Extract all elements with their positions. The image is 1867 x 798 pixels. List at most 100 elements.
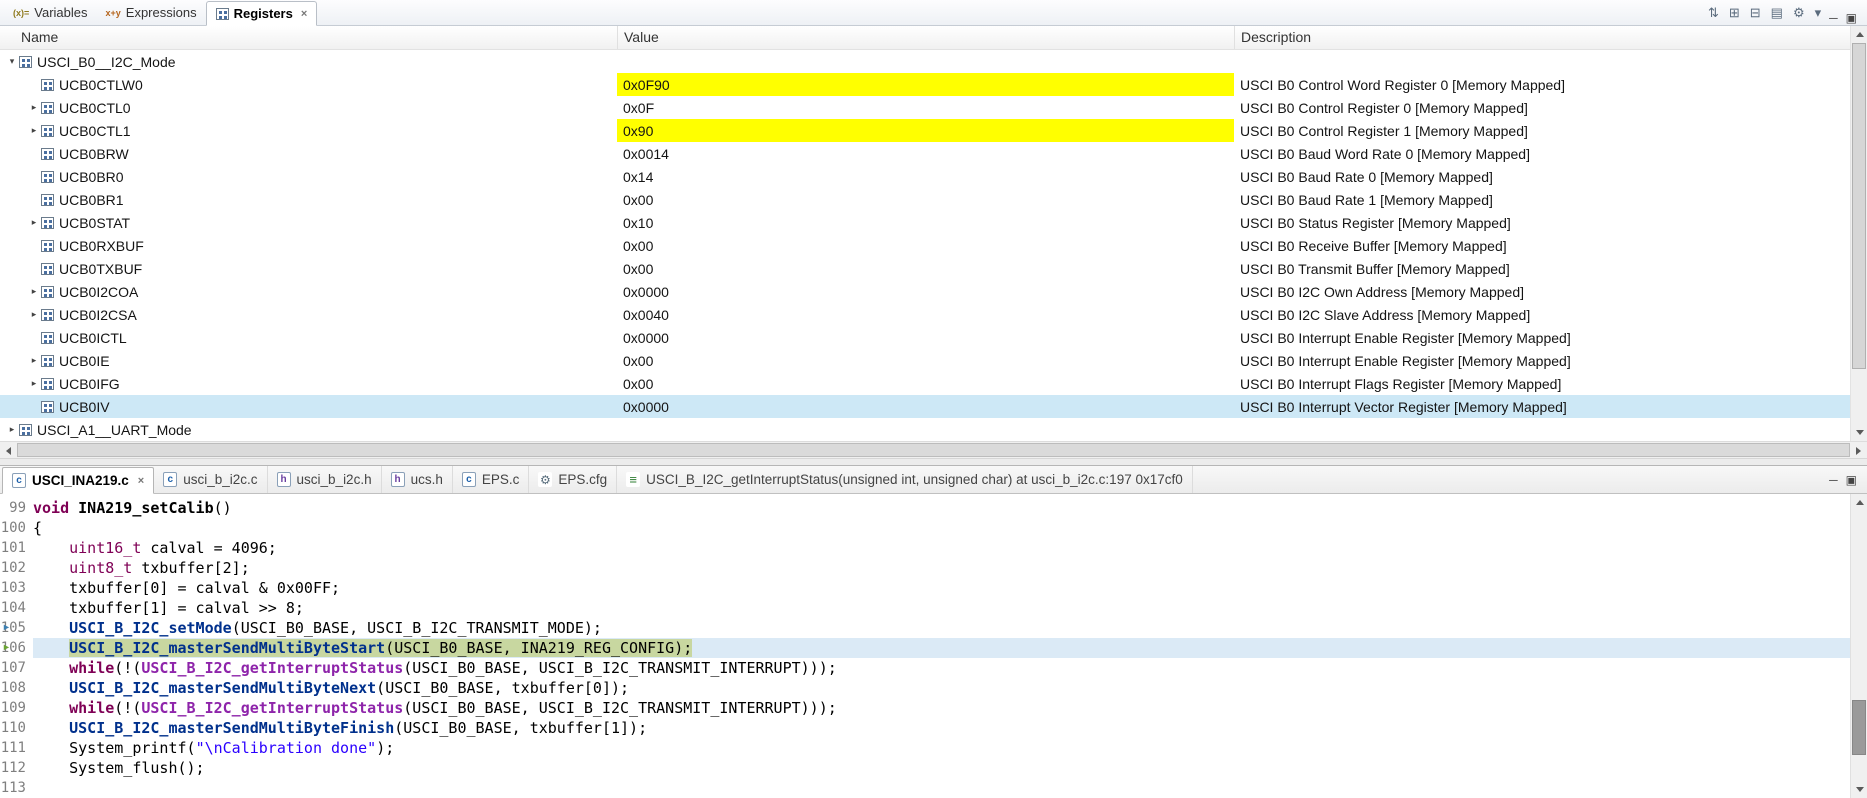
register-name-cell: UCB0ICTL — [0, 326, 617, 349]
register-row-UCB0CTL1[interactable]: ▸ UCB0CTL1 0x90 USCI B0 Control Register 1 … — [0, 119, 1850, 142]
register-row-UCB0IV[interactable]: UCB0IV 0x0000 USCI B0 Interrupt Vector Reg… — [0, 395, 1850, 418]
register-icon — [41, 170, 54, 183]
code-line-99[interactable]: 99 void INA219_setCalib() — [0, 498, 1850, 518]
chevron-collapsed-icon[interactable]: ▸ — [27, 309, 41, 320]
code-line-105[interactable]: 105 USCI_B_I2C_setMode(USCI_B0_BASE, USC… — [0, 618, 1850, 638]
column-header-description[interactable]: Description — [1234, 26, 1850, 49]
code-line-111[interactable]: 111 System_printf("\nCalibration done"); — [0, 738, 1850, 758]
register-row-UCB0BR1[interactable]: UCB0BR1 0x00 USCI B0 Baud Rate 1 [Memory M… — [0, 188, 1850, 211]
chevron-collapsed-icon[interactable]: ▸ — [27, 286, 41, 297]
editor-tab[interactable]: ≡ USCI_B_I2C_getInterruptStatus(unsigned … — [617, 466, 1193, 493]
view-tab-variables[interactable]: (x)= Variables — [4, 0, 97, 25]
horizontal-scroll-thumb[interactable] — [17, 443, 1850, 457]
view-menu-icon[interactable]: ▾ — [1815, 5, 1822, 21]
expand-all-icon[interactable]: ⊞ — [1729, 5, 1740, 21]
code-line-100[interactable]: 100{ — [0, 518, 1850, 538]
register-name: UCB0IFG — [59, 375, 120, 392]
maximize-icon[interactable]: ▣ — [1846, 11, 1857, 25]
stack-frame-pointer-icon[interactable]: ► — [2, 621, 11, 633]
register-row-UCB0BRW[interactable]: UCB0BRW 0x0014 USCI B0 Baud Word Rate 0 [M… — [0, 142, 1850, 165]
view-tab-expressions[interactable]: x+y Expressions — [97, 0, 206, 25]
code-line-108[interactable]: 108 USCI_B_I2C_masterSendMultiByteNext(U… — [0, 678, 1850, 698]
code-line-106[interactable]: 106 USCI_B_I2C_masterSendMultiByteStart(… — [0, 638, 1850, 658]
register-name-cell: ▸ UCB0IE — [0, 349, 617, 372]
register-value: 0x0014 — [623, 145, 669, 162]
chevron-expanded-icon[interactable]: ▾ — [5, 56, 19, 67]
chevron-collapsed-icon[interactable]: ▸ — [27, 102, 41, 113]
editor-tab[interactable]: c USCI_INA219.c × — [2, 467, 155, 494]
layout-icon[interactable]: ▤ — [1771, 5, 1783, 21]
scroll-up-icon[interactable] — [1851, 494, 1867, 511]
code-text: while(!(USCI_B_I2C_getInterruptStatus(US… — [69, 699, 837, 717]
register-description: USCI B0 Control Word Register 0 [Memory … — [1240, 76, 1565, 93]
code-line-102[interactable]: 102 uint8_t txbuffer[2]; — [0, 558, 1850, 578]
register-rows: ▾ USCI_B0__I2C_Mode UCB0CTLW0 0x0F90 USCI B0… — [0, 50, 1850, 441]
chevron-collapsed-icon[interactable]: ▸ — [27, 355, 41, 366]
scroll-down-icon[interactable] — [1851, 424, 1867, 441]
chevron-collapsed-icon[interactable]: ▸ — [27, 378, 41, 389]
register-name: USCI_A1__UART_Mode — [37, 421, 192, 438]
collapse-all-icon[interactable]: ⊟ — [1750, 5, 1761, 21]
code-line-109[interactable]: 109 while(!(USCI_B_I2C_getInterruptStatu… — [0, 698, 1850, 718]
register-value: 0x0F — [623, 99, 655, 116]
scroll-down-icon[interactable] — [1851, 781, 1867, 798]
editor-tab[interactable]: ⚙ EPS.cfg — [529, 466, 618, 493]
code-line-104[interactable]: 104 txbuffer[1] = calval >> 8; — [0, 598, 1850, 618]
register-row-UCB0CTLW0[interactable]: UCB0CTLW0 0x0F90 USCI B0 Control Word Regi… — [0, 73, 1850, 96]
editor-tab[interactable]: h ucs.h — [382, 466, 453, 493]
code-line-112[interactable]: 112 System_flush(); — [0, 758, 1850, 778]
register-row-USCI_A1__UART_Mode[interactable]: ▸ USCI_A1__UART_Mode — [0, 418, 1850, 441]
view-tab-registers[interactable]: Registers × — [205, 1, 318, 26]
code-line-110[interactable]: 110 USCI_B_I2C_masterSendMultiByteFinish… — [0, 718, 1850, 738]
scroll-right-icon[interactable] — [1850, 442, 1867, 459]
column-header-name[interactable]: Name — [0, 26, 617, 49]
register-row-USCI_B0__I2C_Mode[interactable]: ▾ USCI_B0__I2C_Mode — [0, 50, 1850, 73]
scroll-left-icon[interactable] — [0, 442, 17, 459]
register-row-UCB0TXBUF[interactable]: UCB0TXBUF 0x00 USCI B0 Transmit Buffer [Me… — [0, 257, 1850, 280]
code-line-113[interactable]: 113 — [0, 778, 1850, 798]
table-header: Name Value Description — [0, 26, 1850, 50]
code-editor[interactable]: ► ► 99 void INA219_setCalib() 100{101 uint1… — [0, 494, 1867, 798]
code-line-103[interactable]: 103 txbuffer[0] = calval & 0x00FF; — [0, 578, 1850, 598]
minimize-icon[interactable]: ─ — [1829, 473, 1838, 487]
editor-tab[interactable]: c usci_b_i2c.c — [154, 466, 268, 493]
editor-tab[interactable]: c EPS.c — [453, 466, 530, 493]
register-row-UCB0BR0[interactable]: UCB0BR0 0x14 USCI B0 Baud Rate 0 [Memory M… — [0, 165, 1850, 188]
register-row-UCB0I2CSA[interactable]: ▸ UCB0I2CSA 0x0040 USCI B0 I2C Slave Addres… — [0, 303, 1850, 326]
register-value: 0x0F90 — [617, 73, 1234, 96]
register-value: 0x00 — [623, 375, 654, 392]
column-header-value[interactable]: Value — [617, 26, 1234, 49]
minimize-icon[interactable]: ─ — [1829, 11, 1838, 25]
register-row-UCB0IFG[interactable]: ▸ UCB0IFG 0x00 USCI B0 Interrupt Flags Regi… — [0, 372, 1850, 395]
editor-scroll-thumb[interactable] — [1852, 700, 1866, 755]
editor-tab[interactable]: h usci_b_i2c.h — [268, 466, 382, 493]
register-row-UCB0I2COA[interactable]: ▸ UCB0I2COA 0x0000 USCI B0 I2C Own Address … — [0, 280, 1850, 303]
code-line-107[interactable]: 107 while(!(USCI_B_I2C_getInterruptStatu… — [0, 658, 1850, 678]
chevron-collapsed-icon[interactable]: ▸ — [27, 217, 41, 228]
register-description: USCI B0 I2C Slave Address [Memory Mapped… — [1240, 306, 1531, 323]
register-name-cell: UCB0IV — [0, 395, 617, 418]
register-row-UCB0RXBUF[interactable]: UCB0RXBUF 0x00 USCI B0 Receive Buffer [Mem… — [0, 234, 1850, 257]
register-value: 0x00 — [623, 191, 654, 208]
register-description — [1234, 418, 1850, 441]
scroll-up-icon[interactable] — [1851, 26, 1867, 43]
editor-vertical-scrollbar[interactable] — [1850, 494, 1867, 798]
close-icon[interactable]: × — [138, 475, 144, 487]
chevron-collapsed-icon[interactable]: ▸ — [5, 424, 19, 435]
registers-horizontal-scrollbar[interactable] — [0, 441, 1867, 458]
register-icon — [41, 354, 54, 367]
maximize-icon[interactable]: ▣ — [1846, 473, 1857, 487]
vertical-scroll-thumb[interactable] — [1852, 43, 1866, 369]
instruction-pointer-icon[interactable]: ► — [2, 641, 11, 653]
register-row-UCB0STAT[interactable]: ▸ UCB0STAT 0x10 USCI B0 Status Register [Me… — [0, 211, 1850, 234]
code-line-101[interactable]: 101 uint16_t calval = 4096; — [0, 538, 1850, 558]
chevron-collapsed-icon[interactable]: ▸ — [27, 125, 41, 136]
settings-icon[interactable]: ⚙ — [1793, 5, 1805, 21]
register-row-UCB0ICTL[interactable]: UCB0ICTL 0x0000 USCI B0 Interrupt Enable R… — [0, 326, 1850, 349]
panel-sash[interactable] — [0, 458, 1867, 465]
register-row-UCB0CTL0[interactable]: ▸ UCB0CTL0 0x0F USCI B0 Control Register 0 … — [0, 96, 1850, 119]
close-icon[interactable]: × — [301, 8, 307, 20]
register-row-UCB0IE[interactable]: ▸ UCB0IE 0x00 USCI B0 Interrupt Enable Regi… — [0, 349, 1850, 372]
export-registers-icon[interactable]: ⇅ — [1708, 5, 1719, 21]
registers-vertical-scrollbar[interactable] — [1850, 26, 1867, 441]
